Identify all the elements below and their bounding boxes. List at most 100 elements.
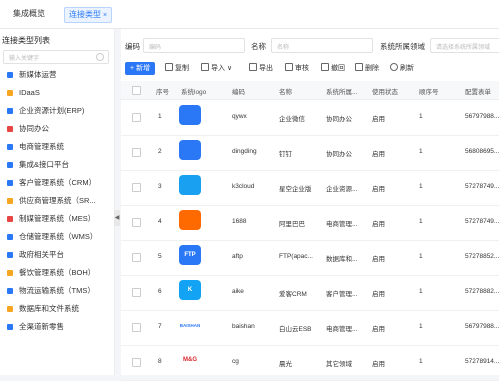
select-all-checkbox[interactable]	[132, 86, 141, 95]
chevron-down-icon: ∨	[226, 65, 233, 72]
add-button[interactable]: + 新增	[125, 62, 156, 75]
row-checkbox[interactable]	[132, 253, 141, 262]
cell-domain: 其它领域	[326, 361, 352, 368]
table-row[interactable]: BAISHAN 7 baishan 白山云ESB 电商管理... 启用 1 56797988.…	[121, 310, 499, 346]
cell-order: 1	[419, 358, 423, 365]
row-checkbox[interactable]	[132, 183, 141, 192]
row-checkbox[interactable]	[132, 323, 141, 332]
tab-label: 连接类型	[69, 10, 101, 19]
revoke-button[interactable]: 撤回	[321, 62, 345, 75]
sidebar-item-label: 电商管理系统	[19, 142, 64, 151]
table-row[interactable]: 4 1688 阿里巴巴 电商管理... 启用 1 57278749...	[121, 205, 499, 241]
name-input[interactable]: 名称	[271, 38, 373, 53]
cell-code: k3cloud	[232, 183, 255, 190]
sidebar-item[interactable]: 物流运输系统（TMS）	[7, 285, 95, 297]
sidebar-item-label: 客户管理系统（CRM）	[19, 178, 97, 187]
sidebar-item[interactable]: 餐饮管理系统（BOH）	[7, 267, 95, 279]
export-button[interactable]: 导出	[249, 62, 273, 75]
logo-mark: BAISHAN	[179, 322, 201, 328]
cell-domain: 协同办公	[326, 151, 352, 158]
system-logo-icon: M&G	[179, 350, 205, 372]
header-domain: 系统所属...	[326, 89, 358, 96]
row-checkbox[interactable]	[132, 148, 141, 157]
tab-overview[interactable]: 集成概览	[13, 7, 45, 21]
row-checkbox[interactable]	[132, 218, 141, 227]
system-logo-icon: K	[179, 280, 205, 302]
header-name: 名称	[279, 89, 292, 96]
sidebar-item[interactable]: 政府相关平台	[7, 249, 64, 261]
table-row[interactable]: 3 k3cloud 星空企业版 企业资源... 启用 1 57278749...	[121, 170, 499, 206]
sidebar-item-label: 仓储管理系统（WMS）	[19, 232, 98, 241]
cell-no: 5	[158, 253, 162, 260]
cell-no: 1	[158, 113, 162, 120]
cell-no: 4	[158, 218, 162, 225]
category-icon	[7, 234, 13, 240]
category-icon	[7, 126, 13, 132]
sidebar-item[interactable]: 集成&接口平台	[7, 159, 69, 171]
table-row[interactable]: FTP 5 aftp FTP(apac... 数据库和... 启用 1 57278852...	[121, 240, 499, 276]
sidebar-item[interactable]: 数据库和文件系统	[7, 303, 79, 315]
cell-domain: 客户管理...	[326, 291, 358, 298]
table-header: 序号 系统logo 编码 名称 系统所属... 使用状态 顺序号 配置表单	[121, 81, 499, 100]
cell-order: 1	[419, 183, 423, 190]
category-icon	[7, 162, 13, 168]
category-icon	[7, 198, 13, 204]
import-button[interactable]: 导入 ∨	[201, 62, 232, 75]
export-icon	[249, 63, 257, 71]
cell-order: 1	[419, 288, 423, 295]
close-icon[interactable]: ×	[103, 12, 107, 19]
domain-select[interactable]: 请选择系统所属领域	[430, 38, 499, 53]
sidebar-item-label: 供应商管理系统（SR...	[19, 196, 96, 205]
row-checkbox[interactable]	[132, 288, 141, 297]
cell-status: 启用	[372, 151, 385, 158]
approve-label: 审核	[295, 65, 309, 72]
revoke-label: 撤回	[331, 65, 345, 72]
refresh-button[interactable]: 刷新	[390, 62, 414, 75]
system-logo-icon	[179, 210, 205, 232]
cell-order: 1	[419, 113, 423, 120]
sidebar-item[interactable]: 全渠道新零售	[7, 321, 64, 333]
search-placeholder: 输入关键字	[9, 56, 40, 62]
cell-code: qywx	[232, 113, 247, 120]
table-row[interactable]: M&G 8 cg 晨光 其它领域 启用 1 57278914...	[121, 345, 499, 381]
logo-mark: M&G	[183, 357, 197, 363]
sidebar-item[interactable]: 仓储管理系统（WMS）	[7, 231, 97, 243]
copy-button[interactable]: 复制	[165, 62, 189, 75]
collapse-sidebar-handle[interactable]: ◀	[114, 210, 120, 226]
code-input[interactable]: 编码	[143, 38, 245, 53]
category-icon	[7, 144, 13, 150]
category-icon	[7, 216, 13, 222]
cell-no: 3	[158, 183, 162, 190]
cell-status: 启用	[372, 186, 385, 193]
header-form: 配置表单	[465, 89, 491, 96]
category-icon	[7, 108, 13, 114]
table-row[interactable]: K 6 aike 爱客CRM 客户管理... 启用 1 57278882...	[121, 275, 499, 311]
cell-code: aike	[232, 288, 244, 295]
sidebar-item[interactable]: 协同办公	[7, 123, 49, 135]
sidebar-item[interactable]: 企业资源计划(ERP)	[7, 105, 84, 117]
table-row[interactable]: 1 qywx 企业微信 协同办公 启用 1 56797988...	[121, 100, 499, 136]
sidebar-item[interactable]: 制媒管理系统（MES）	[7, 213, 95, 225]
row-checkbox[interactable]	[132, 113, 141, 122]
cell-name: 钉钉	[279, 151, 292, 158]
sidebar-item[interactable]: IDaaS	[7, 87, 40, 99]
cell-domain: 企业资源...	[326, 186, 358, 193]
category-icon	[7, 90, 13, 96]
cell-name: 星空企业版	[279, 186, 312, 193]
row-checkbox[interactable]	[132, 358, 141, 367]
sidebar-item[interactable]: 客户管理系统（CRM）	[7, 177, 96, 189]
search-icon	[96, 53, 104, 61]
tab-connection-type[interactable]: 连接类型 ×	[64, 7, 113, 23]
sidebar-item[interactable]: 电商管理系统	[7, 141, 64, 153]
delete-button[interactable]: 删除	[355, 62, 379, 75]
cell-name: 企业微信	[279, 116, 305, 123]
approve-button[interactable]: 审核	[285, 62, 309, 75]
table-row[interactable]: 2 dingding 钉钉 协同办公 启用 1 56808695...	[121, 135, 499, 171]
sidebar-item[interactable]: 供应商管理系统（SR...	[7, 195, 96, 207]
domain-placeholder: 请选择系统所属领域	[436, 45, 491, 51]
copy-icon	[165, 63, 173, 71]
sidebar-search-input[interactable]: 输入关键字	[3, 50, 109, 64]
copy-label: 复制	[175, 65, 189, 72]
cell-form: 57278914...	[465, 358, 499, 365]
sidebar-item[interactable]: 新媒体运营	[7, 69, 57, 81]
